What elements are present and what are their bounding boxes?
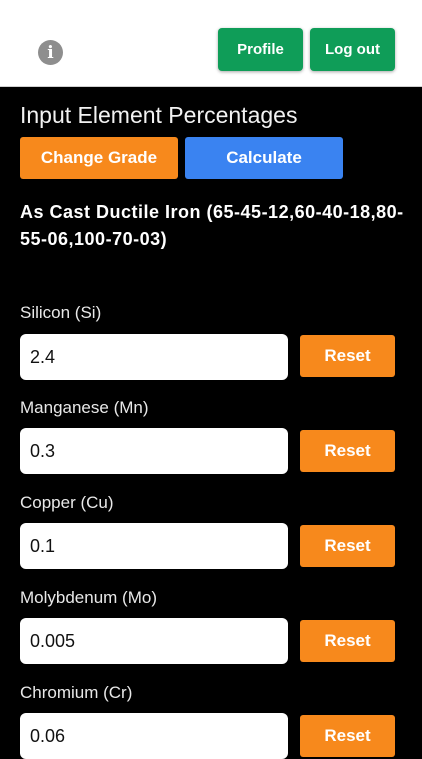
- silicon-label: Silicon (Si): [20, 303, 102, 322]
- page-title: Input Element Percentages: [20, 102, 298, 128]
- logout-button[interactable]: Log out: [310, 28, 395, 71]
- silicon-input[interactable]: 2.4: [20, 334, 288, 380]
- copper-reset-button[interactable]: Reset: [300, 525, 395, 567]
- chromium-label: Chromium (Cr): [20, 683, 133, 702]
- copper-input[interactable]: 0.1: [20, 523, 288, 569]
- chromium-reset-button[interactable]: Reset: [300, 715, 395, 757]
- info-icon[interactable]: i: [38, 40, 63, 65]
- molybdenum-reset-button[interactable]: Reset: [300, 620, 395, 662]
- grade-name: As Cast Ductile Iron (65-45-12,60-40-18,…: [20, 202, 404, 249]
- manganese-input[interactable]: 0.3: [20, 428, 288, 474]
- copper-label: Copper (Cu): [20, 493, 114, 512]
- top-bar: i Profile Log out: [0, 0, 422, 87]
- chromium-input[interactable]: 0.06: [20, 713, 288, 759]
- calculate-button[interactable]: Calculate: [185, 137, 343, 179]
- manganese-reset-button[interactable]: Reset: [300, 430, 395, 472]
- manganese-label: Manganese (Mn): [20, 398, 149, 417]
- profile-button[interactable]: Profile: [218, 28, 303, 71]
- change-grade-button[interactable]: Change Grade: [20, 137, 178, 179]
- molybdenum-input[interactable]: 0.005: [20, 618, 288, 664]
- silicon-reset-button[interactable]: Reset: [300, 335, 395, 377]
- molybdenum-label: Molybdenum (Mo): [20, 588, 157, 607]
